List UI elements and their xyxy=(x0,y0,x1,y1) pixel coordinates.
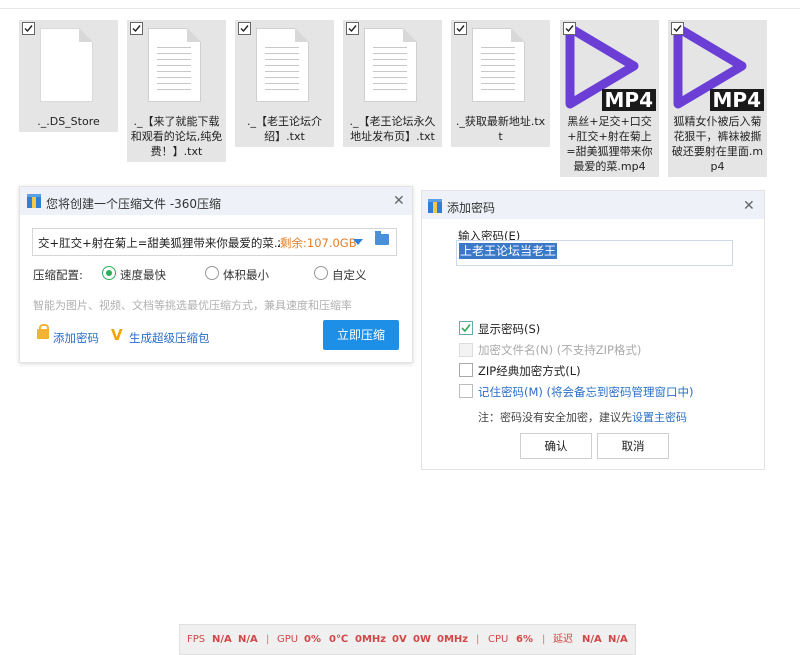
file-item[interactable]: ._.DS_Store xyxy=(19,20,118,132)
close-icon[interactable]: ✕ xyxy=(743,198,755,214)
remember-password-checkbox[interactable] xyxy=(459,384,473,398)
config-label: 压缩配置: xyxy=(33,268,83,282)
text-file-icon xyxy=(148,28,201,102)
zip-classic-checkbox[interactable] xyxy=(459,363,473,377)
option-custom-label[interactable]: 自定义 xyxy=(332,267,367,283)
ok-button[interactable]: 确认 xyxy=(520,433,592,459)
archive-icon xyxy=(428,199,442,213)
dialog-title: 您将创建一个压缩文件 -360压缩 xyxy=(46,197,222,211)
compress-hint: 智能为图片、视频、文档等挑选最优压缩方式，兼具速度和压缩率 xyxy=(33,299,352,312)
encrypt-filenames-label: 加密文件名(N) (不支持ZIP格式) xyxy=(478,343,642,357)
compress-dialog: 您将创建一个压缩文件 -360压缩 ✕ 交+肛交+射在菊上=甜美狐狸带来你最爱的… xyxy=(19,186,413,363)
checkbox[interactable] xyxy=(563,22,576,35)
file-item[interactable]: ._【来了就能下载和观看的论坛,纯免费！】.txt xyxy=(127,20,226,162)
chevron-down-icon[interactable] xyxy=(353,239,363,245)
gpu-voltage: 0V xyxy=(392,634,407,645)
vip-icon: V xyxy=(111,326,123,344)
dialog-title: 添加密码 xyxy=(447,201,496,215)
gpu-mem-clock: 0MHz xyxy=(437,634,469,645)
encrypt-filenames-checkbox xyxy=(459,343,473,357)
compress-now-button[interactable]: 立即压缩 xyxy=(323,320,399,350)
super-package-link[interactable]: 生成超级压缩包 xyxy=(129,330,210,346)
zip-classic-label[interactable]: ZIP经典加密方式(L) xyxy=(478,363,581,379)
performance-overlay: FPS N/A N/A | GPU 0% 0℃ 0MHz 0V 0W 0MHz … xyxy=(179,624,636,655)
checkbox[interactable] xyxy=(454,22,467,35)
fps-value: N/A xyxy=(212,634,232,645)
show-password-checkbox[interactable] xyxy=(459,321,473,335)
security-note: 注：密码没有安全加密，建议先设置主密码 xyxy=(478,409,687,425)
divider: | xyxy=(266,634,270,645)
radio-smallest[interactable] xyxy=(205,266,219,280)
show-password-label[interactable]: 显示密码(S) xyxy=(478,321,540,337)
divider: | xyxy=(476,634,480,645)
radio-custom[interactable] xyxy=(314,266,328,280)
file-name: ._【老王论坛介绍】.txt xyxy=(247,115,322,143)
divider: | xyxy=(542,634,546,645)
file-name: ._获取最新地址.txt xyxy=(455,115,546,143)
cpu-label: CPU xyxy=(488,634,509,645)
file-name: ._.DS_Store xyxy=(37,115,100,128)
text-file-icon xyxy=(364,28,417,102)
dialog-titlebar: 您将创建一个压缩文件 -360压缩 ✕ xyxy=(20,187,412,215)
file-item[interactable]: MP4 狐精女仆被后入菊花狠干，裤袜被撕破还要射在里面.mp4 xyxy=(668,20,767,177)
mp4-badge: MP4 xyxy=(709,89,764,111)
archive-icon xyxy=(27,194,41,208)
checkbox[interactable] xyxy=(346,22,359,35)
password-value: 上老王论坛当老王 xyxy=(459,243,558,259)
gpu-temp: 0℃ xyxy=(329,634,349,645)
filename-input[interactable]: 交+肛交+射在菊上=甜美狐狸带来你最爱的菜.zip 剩余:107.0GB xyxy=(32,228,397,256)
fps-value-2: N/A xyxy=(238,634,258,645)
latency-value: N/A xyxy=(582,634,602,645)
mp4-badge: MP4 xyxy=(601,89,656,111)
checkbox[interactable] xyxy=(671,22,684,35)
filename-value: 交+肛交+射在菊上=甜美狐狸带来你最爱的菜.zip xyxy=(38,236,295,250)
file-name: ._【老王论坛永久地址发布页】.txt xyxy=(349,115,436,143)
lock-icon xyxy=(37,324,49,339)
file-name: 黑丝+足交+口交+肛交+射在菊上=甜美狐狸带来你最爱的菜.mp4 xyxy=(566,115,653,173)
cancel-button[interactable]: 取消 xyxy=(597,433,669,459)
latency-value-2: N/A xyxy=(608,634,628,645)
text-file-icon xyxy=(256,28,309,102)
blank-file-icon xyxy=(40,28,93,102)
folder-icon[interactable] xyxy=(375,231,389,245)
file-item[interactable]: ._【老王论坛介绍】.txt xyxy=(235,20,334,147)
gpu-percent: 0% xyxy=(304,634,321,645)
gpu-power: 0W xyxy=(413,634,431,645)
close-icon[interactable]: ✕ xyxy=(393,193,405,209)
note-text: 注：密码没有安全加密，建议先 xyxy=(478,411,632,424)
file-name: 狐精女仆被后入菊花狠干，裤袜被撕破还要射在里面.mp4 xyxy=(671,115,764,173)
text-file-icon xyxy=(472,28,525,102)
latency-label: 延迟 xyxy=(553,634,573,645)
checkbox[interactable] xyxy=(22,22,35,35)
file-item[interactable]: ._获取最新地址.txt xyxy=(451,20,550,147)
set-master-password-link[interactable]: 设置主密码 xyxy=(632,411,687,424)
checkbox[interactable] xyxy=(238,22,251,35)
cpu-percent: 6% xyxy=(516,634,533,645)
file-name: ._【来了就能下载和观看的论坛,纯免费！】.txt xyxy=(130,115,223,158)
checkbox[interactable] xyxy=(130,22,143,35)
radio-fastest[interactable] xyxy=(102,266,116,280)
option-smallest-label[interactable]: 体积最小 xyxy=(223,267,269,283)
dialog-titlebar: 添加密码 ✕ xyxy=(422,191,764,219)
password-input[interactable]: 上老王论坛当老王 xyxy=(456,240,733,266)
file-item[interactable]: MP4 黑丝+足交+口交+肛交+射在菊上=甜美狐狸带来你最爱的菜.mp4 xyxy=(560,20,659,177)
remaining-space: 剩余:107.0GB xyxy=(280,235,357,251)
remember-password-label[interactable]: 记住密码(M) (将会备忘到密码管理窗口中) xyxy=(478,384,694,400)
file-item[interactable]: ._【老王论坛永久地址发布页】.txt xyxy=(343,20,442,147)
add-password-link[interactable]: 添加密码 xyxy=(53,330,99,346)
fps-label: FPS xyxy=(187,634,206,645)
password-dialog: 添加密码 ✕ 输入密码(E) 上老王论坛当老王 显示密码(S) 加密文件名(N)… xyxy=(421,190,765,470)
gpu-label: GPU xyxy=(277,634,299,645)
top-divider xyxy=(0,8,800,9)
gpu-clock: 0MHz xyxy=(355,634,387,645)
option-fastest-label[interactable]: 速度最快 xyxy=(120,267,166,283)
